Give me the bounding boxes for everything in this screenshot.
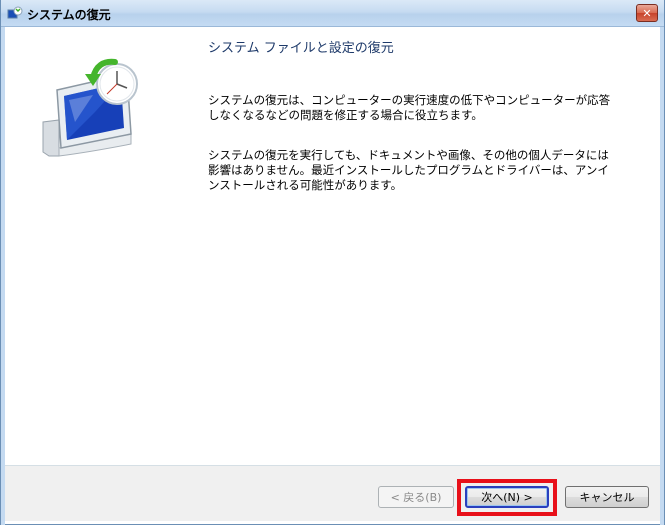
content-area: システム ファイルと設定の復元 システムの復元は、コンピューターの実行速度の低下… (5, 27, 660, 465)
window-border-right (660, 27, 664, 525)
title-bar[interactable]: システムの復元 ✕ (1, 0, 664, 27)
window-title: システムの復元 (27, 8, 111, 22)
next-button[interactable]: 次へ(N) > (465, 486, 549, 508)
page-heading: システム ファイルと設定の復元 (208, 41, 394, 56)
close-button[interactable]: ✕ (636, 4, 658, 22)
system-restore-window: システムの復元 ✕ システム ファイルと設定の復元 システムの復元は、コンピュー… (0, 0, 665, 525)
system-restore-icon (7, 6, 23, 22)
back-button[interactable]: < 戻る(B) (378, 486, 454, 508)
button-bar: < 戻る(B) 次へ(N) > キャンセル (5, 465, 660, 521)
close-icon: ✕ (642, 6, 652, 20)
description-paragraph-1: システムの復元は、コンピューターの実行速度の低下やコンピューターが応答しなくなる… (208, 93, 611, 122)
description-paragraph-2: システムの復元を実行しても、ドキュメントや画像、その他の個人データには影響はあり… (208, 148, 609, 192)
cancel-button[interactable]: キャンセル (565, 486, 649, 508)
system-restore-monitor-icon (35, 52, 145, 157)
